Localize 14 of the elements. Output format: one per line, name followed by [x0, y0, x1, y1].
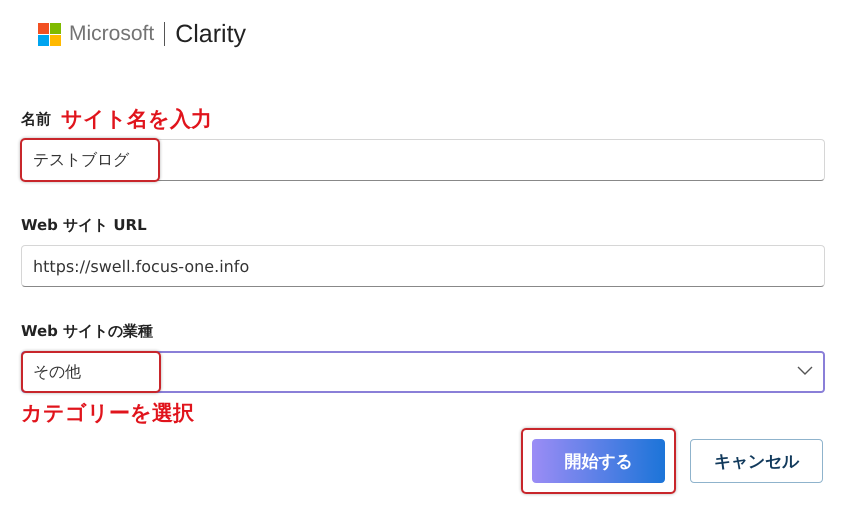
start-button[interactable]: 開始する — [532, 439, 665, 483]
company-name: Microsoft — [69, 22, 154, 46]
product-name: Clarity — [175, 20, 246, 48]
cancel-button[interactable]: キャンセル — [690, 439, 823, 483]
logo-icon — [38, 22, 61, 46]
annotation-text: サイト名を入力 — [61, 106, 212, 133]
field-label: Web サイトの業種 — [21, 322, 154, 340]
annotation-text: カテゴリーを選択 — [21, 400, 195, 427]
dropdown-field[interactable]: その他 — [21, 351, 825, 393]
chevron-down-icon — [797, 366, 813, 376]
field-label: Web サイト URL — [21, 216, 147, 234]
input-field[interactable]: テストブログ — [21, 139, 825, 181]
field-label: 名前 — [21, 110, 51, 128]
input-field[interactable]: https://swell.focus-one.info — [21, 245, 825, 287]
